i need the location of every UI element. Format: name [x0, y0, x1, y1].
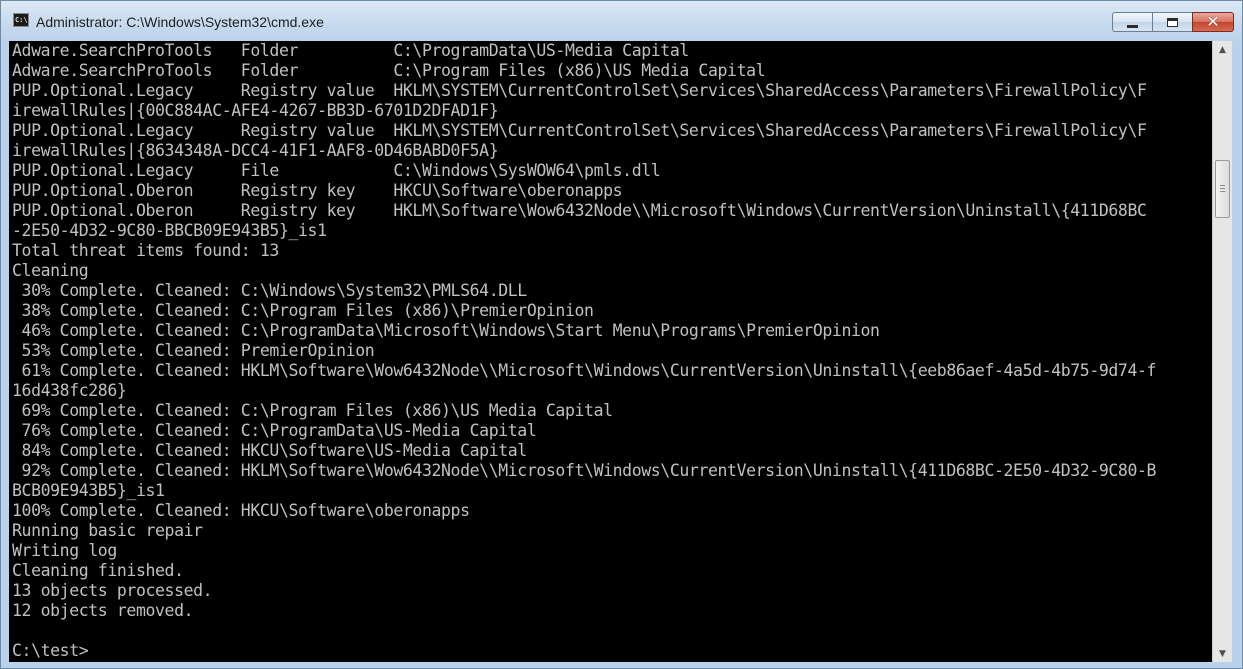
- minimize-icon: [1127, 24, 1138, 28]
- console-line: irewallRules|{8634348A-DCC4-41F1-AAF8-0D…: [12, 141, 499, 160]
- scroll-up-icon[interactable]: ▲: [1213, 41, 1232, 58]
- console-line: 69% Complete. Cleaned: C:\Program Files …: [12, 401, 614, 420]
- maximize-icon: [1167, 17, 1178, 27]
- minimize-button[interactable]: [1112, 12, 1153, 32]
- close-button[interactable]: ✕: [1192, 12, 1234, 32]
- console-line: PUP.Optional.Oberon Registry key HKCU\So…: [12, 181, 623, 200]
- console-line: 53% Complete. Cleaned: PremierOpinion: [12, 341, 375, 360]
- console-line: 38% Complete. Cleaned: C:\Program Files …: [12, 301, 594, 320]
- console-line: Cleaning: [12, 261, 89, 280]
- console-line: Adware.SearchProTools Folder C:\Program …: [12, 61, 766, 80]
- console-line: 46% Complete. Cleaned: C:\ProgramData\Mi…: [12, 321, 880, 340]
- console-line: 84% Complete. Cleaned: HKCU\Software\US-…: [12, 441, 528, 460]
- cmd-window: C:\ Administrator: C:\Windows\System32\c…: [0, 0, 1243, 669]
- console-line: irewallRules|{00C884AC-AFE4-4267-BB3D-67…: [12, 101, 499, 120]
- console-line: Adware.SearchProTools Folder C:\ProgramD…: [12, 41, 689, 60]
- console-line: Writing log: [12, 541, 117, 560]
- console-line: Running basic repair: [12, 521, 203, 540]
- console-line: PUP.Optional.Legacy File C:\Windows\SysW…: [12, 161, 661, 180]
- console-line: 76% Complete. Cleaned: C:\ProgramData\US…: [12, 421, 537, 440]
- console-text: Adware.SearchProTools Folder C:\ProgramD…: [9, 41, 1212, 661]
- console-line: -2E50-4D32-9C80-BBCB09E943B5}_is1: [12, 221, 327, 240]
- console-output[interactable]: Adware.SearchProTools Folder C:\ProgramD…: [9, 41, 1212, 662]
- vertical-scrollbar[interactable]: ▲ ▼: [1212, 41, 1232, 662]
- console-line: 30% Complete. Cleaned: C:\Windows\System…: [12, 281, 528, 300]
- console-line: Cleaning finished.: [12, 561, 184, 580]
- console-line: PUP.Optional.Legacy Registry value HKLM\…: [12, 121, 1147, 140]
- maximize-button[interactable]: [1152, 12, 1193, 32]
- close-icon: ✕: [1206, 12, 1220, 31]
- console-line: 16d438fc286}: [12, 381, 127, 400]
- console-line: 100% Complete. Cleaned: HKCU\Software\ob…: [12, 501, 470, 520]
- title-bar[interactable]: C:\ Administrator: C:\Windows\System32\c…: [1, 1, 1242, 41]
- console-line: 12 objects removed.: [12, 601, 194, 620]
- grip-line: [1220, 191, 1225, 192]
- grip-line: [1220, 188, 1225, 189]
- console-line: 61% Complete. Cleaned: HKLM\Software\Wow…: [12, 361, 1157, 380]
- scroll-down-icon[interactable]: ▼: [1213, 645, 1232, 662]
- console-line: 92% Complete. Cleaned: HKLM\Software\Wow…: [12, 461, 1157, 480]
- console-line: PUP.Optional.Oberon Registry key HKLM\So…: [12, 201, 1147, 220]
- console-line: Total threat items found: 13: [12, 241, 279, 260]
- console-line: PUP.Optional.Legacy Registry value HKLM\…: [12, 81, 1147, 100]
- scrollbar-thumb[interactable]: [1215, 160, 1230, 218]
- console-line: BCB09E943B5}_is1: [12, 481, 165, 500]
- cmd-app-icon[interactable]: C:\: [13, 13, 29, 27]
- console-line: 13 objects processed.: [12, 581, 213, 600]
- window-title: Administrator: C:\Windows\System32\cmd.e…: [36, 14, 324, 30]
- console-line: C:\test>: [12, 641, 89, 660]
- grip-line: [1220, 185, 1225, 186]
